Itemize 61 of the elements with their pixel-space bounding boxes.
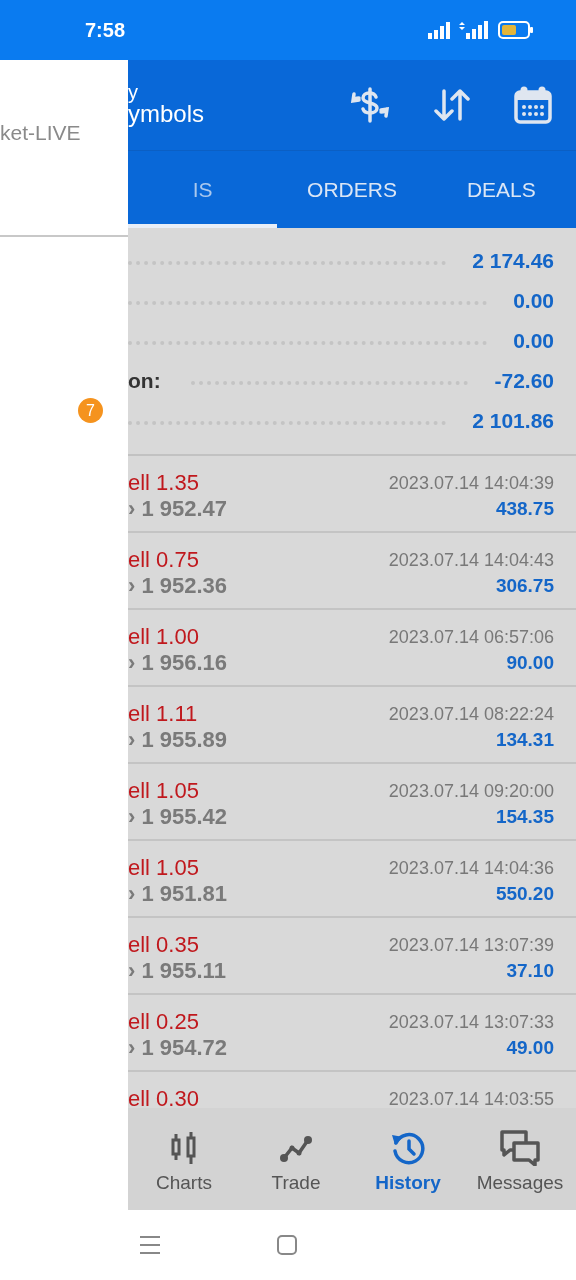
account-name: ket-LIVE	[0, 120, 81, 145]
history-clock-icon	[391, 1131, 425, 1165]
deal-time: 2023.07.14 14:04:43	[388, 549, 554, 571]
deal-time: 2023.07.14 13:07:33	[388, 1011, 554, 1033]
deal-time: 2023.07.14 09:20:00	[388, 780, 554, 802]
deal-price: › 1 955.89	[128, 727, 229, 753]
summary-label: on:	[128, 369, 161, 393]
deal-side-volume: ell 1.35	[128, 470, 200, 496]
deal-time: 2023.07.14 14:04:39	[388, 472, 554, 494]
deal-price: › 1 952.47	[128, 496, 229, 522]
deal-price: › 1 956.16	[128, 650, 229, 676]
deal-price: › 1 955.11	[128, 958, 227, 984]
notification-badge: 7	[78, 398, 103, 423]
deal-price: › 1 951.81	[128, 881, 229, 907]
header-title: y	[128, 83, 139, 101]
home-square-icon[interactable]	[277, 1235, 297, 1255]
chat-bubbles-icon	[500, 1130, 540, 1166]
currency-exchange-icon[interactable]	[350, 87, 390, 123]
deal-price: › 1 954.72	[128, 1035, 229, 1061]
status-time: 7:58	[85, 18, 126, 42]
deal-profit: 90.00	[506, 652, 554, 674]
nav-tab[interactable]: History	[352, 1108, 464, 1210]
deal-time: 2023.07.14 08:22:24	[388, 703, 554, 725]
deal-profit: 306.75	[495, 575, 554, 597]
menu-icon[interactable]	[139, 1235, 161, 1255]
deal-profit: 438.75	[495, 498, 554, 520]
deal-profit: 550.20	[495, 883, 554, 905]
deal-time: 2023.07.14 14:04:36	[388, 857, 554, 879]
battery-icon	[498, 21, 534, 39]
deal-price: › 1 952.36	[128, 573, 229, 599]
deal-side-volume: ell 0.35	[128, 932, 200, 958]
deal-price: › 1 955.42	[128, 804, 229, 830]
nav-tab[interactable]: Messages	[464, 1108, 576, 1210]
calendar-icon[interactable]	[514, 86, 552, 124]
deal-side-volume: ell 0.75	[128, 547, 200, 573]
deal-side-volume: ell 0.30	[128, 1086, 200, 1108]
summary-value: -72.60	[494, 369, 554, 393]
nav-tab[interactable]: Charts	[128, 1108, 240, 1210]
deal-profit: 49.00	[506, 1037, 554, 1059]
deal-time: 2023.07.14 14:03:55	[388, 1088, 554, 1108]
nav-tab[interactable]: Trade	[240, 1108, 352, 1210]
line-chart-icon	[279, 1133, 313, 1163]
deal-time: 2023.07.14 06:57:06	[388, 626, 554, 648]
summary-value: 2 174.46	[472, 249, 554, 273]
deal-profit: 134.31	[495, 729, 554, 751]
deal-profit: 37.10	[506, 960, 554, 982]
deal-time: 2023.07.14 13:07:39	[388, 934, 554, 956]
deal-side-volume: ell 1.11	[128, 701, 199, 727]
summary-value: 0.00	[513, 329, 554, 353]
tab[interactable]: ORDERS	[277, 151, 427, 228]
summary-value: 2 101.86	[472, 409, 554, 433]
deal-profit: 154.35	[495, 806, 554, 828]
tab[interactable]: DEALS	[426, 151, 576, 228]
signal-icon	[428, 21, 452, 39]
deal-side-volume: ell 0.25	[128, 1009, 200, 1035]
summary-value: 0.00	[513, 289, 554, 313]
deal-side-volume: ell 1.05	[128, 778, 200, 804]
sort-arrows-icon[interactable]	[434, 88, 470, 122]
deal-side-volume: ell 1.05	[128, 855, 200, 881]
deal-side-volume: ell 1.00	[128, 624, 200, 650]
candlestick-icon	[170, 1131, 198, 1165]
